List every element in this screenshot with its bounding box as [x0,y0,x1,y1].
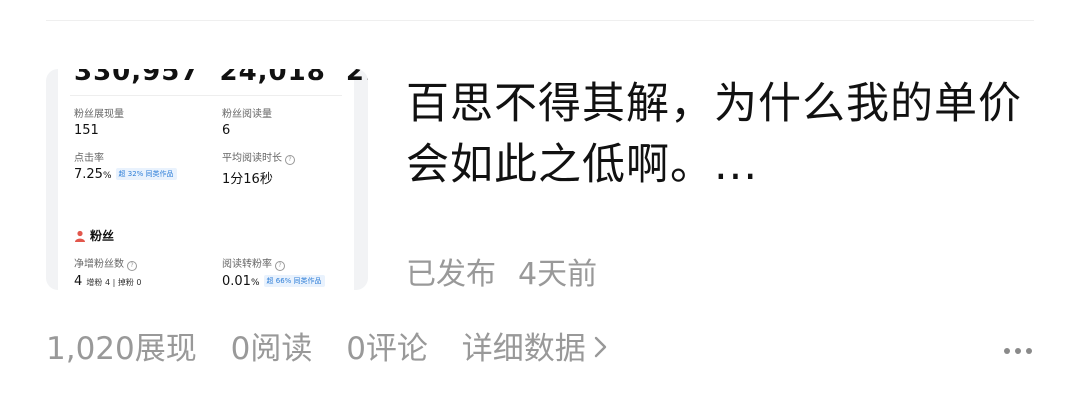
metric-label: 净增粉丝数? [74,255,141,271]
detail-data-link[interactable]: 详细数据 [462,331,608,367]
article-thumbnail[interactable]: 330,957 24,018 2.55 粉丝展现量 151 粉丝阅读量 6 点击… [46,69,368,290]
net-fans-detail: 增粉 4 | 掉粉 0 [86,278,142,287]
metric-net-fans: 净增粉丝数? 4 增粉 4 | 掉粉 0 [74,255,141,289]
metric-value: 4 增粉 4 | 掉粉 0 [74,274,141,289]
more-dot-icon [1026,348,1032,354]
metric-label-text: 阅读转粉率 [222,259,272,270]
fans-title-text: 粉丝 [90,229,115,243]
metric-label-text: 平均阅读时长 [222,153,282,164]
metric-avg-read-time: 平均阅读时长? 1分16秒 [222,149,295,187]
metric-number: 0.01 [222,274,251,289]
metric-unit: % [250,278,260,288]
big-number: 330,957 [74,69,200,87]
more-dot-icon [1015,348,1021,354]
info-icon: ? [285,155,295,165]
thumbnail-divider [70,95,342,96]
metric-number: 4 [74,274,83,289]
more-dot-icon [1004,348,1010,354]
big-number: 24,018 [219,69,326,87]
comparison-tag: 超 66% 同类作品 [263,275,325,287]
metric-read-to-fan: 阅读转粉率? 0.01% 超 66% 同类作品 [222,255,325,289]
comparison-tag: 超 32% 同类作品 [115,168,177,180]
metric-label: 点击率 [74,153,104,164]
reads-count: 0阅读 [230,331,313,367]
more-options-button[interactable] [999,327,1032,362]
metric-fans-impressions: 粉丝展现量 151 [74,105,124,138]
article-title[interactable]: 百思不得其解，为什么我的单价会如此之低啊。... [406,74,1026,196]
metric-label: 平均阅读时长? [222,149,295,165]
metric-value: 151 [74,123,99,138]
top-divider [46,20,1034,21]
metric-fans-reads: 粉丝阅读量 6 [222,105,272,138]
impressions-count: 1,020展现 [46,331,197,367]
metric-number: 7.25 [74,167,103,182]
metric-value: 0.01% 超 66% 同类作品 [222,274,325,289]
person-icon [75,230,85,242]
chevron-right-icon [594,336,606,358]
metric-value: 6 [222,123,231,138]
metric-label: 阅读转粉率? [222,255,325,271]
detail-data-label: 详细数据 [461,331,586,367]
big-number: 2.55 [345,69,368,87]
thumbnail-big-numbers: 330,957 24,018 2.55 [74,69,368,87]
thumbnail-fans-card: 粉丝 净增粉丝数? 4 增粉 4 | 掉粉 0 阅读转粉率? 0.01% 超 66… [58,211,354,290]
metric-label: 粉丝展现量 [74,109,124,120]
metric-label: 粉丝阅读量 [222,109,272,120]
comments-count: 0评论 [346,331,428,367]
metric-ctr: 点击率 7.25% 超 32% 同类作品 [74,149,177,182]
info-icon: ? [275,261,285,271]
metric-value: 7.25% 超 32% 同类作品 [74,167,177,182]
fans-section-title: 粉丝 [74,227,114,244]
metric-unit: % [102,171,112,181]
metric-value: 1分16秒 [222,172,273,187]
publish-time: 4天前 [518,257,598,292]
article-stats-row: 1,020展现 0阅读 0评论 详细数据 [46,323,608,368]
info-icon: ? [127,261,137,271]
publish-status: 已发布 [406,257,496,292]
metric-label-text: 净增粉丝数 [74,259,124,270]
article-status-row: 已发布 4天前 [406,249,597,293]
